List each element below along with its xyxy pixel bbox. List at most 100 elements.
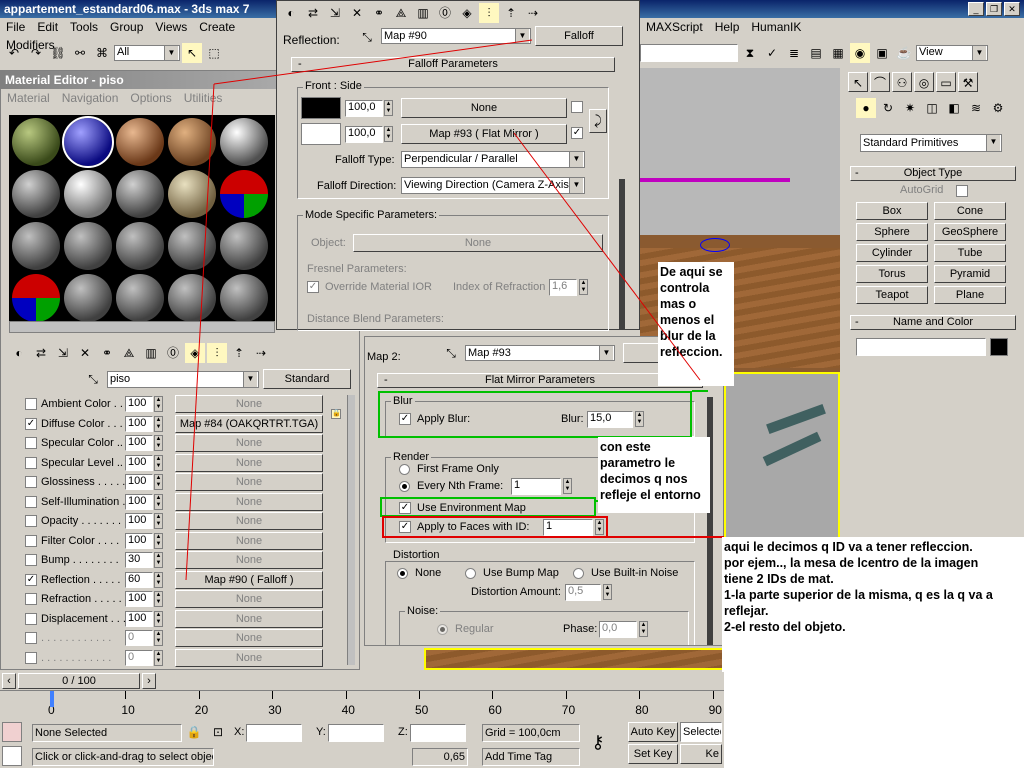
flat-mirror-params-rollout[interactable]: - Flat Mirror Parameters — [377, 373, 703, 388]
copy-material-icon[interactable]: ⚭ — [97, 343, 117, 363]
use-noise-radio[interactable] — [573, 568, 584, 579]
menu-options[interactable]: Options — [124, 89, 177, 107]
material-id-icon-2[interactable]: ⓪ — [435, 3, 455, 23]
material-editor-icon[interactable]: ◉ — [850, 43, 870, 63]
falloff-type-button[interactable]: Falloff — [535, 26, 623, 46]
display-tab-icon[interactable]: ▭ — [936, 72, 956, 92]
sample-slot-9[interactable] — [168, 170, 216, 218]
map-amount-spinner[interactable]: ▲ ▼ — [154, 435, 163, 451]
assign-material-icon-2[interactable]: ⇲ — [325, 3, 345, 23]
map-amount-field[interactable]: 100 — [125, 532, 153, 549]
menu-humanik[interactable]: HumanIK — [745, 18, 807, 36]
map-enable-checkbox[interactable]: ✓ — [25, 417, 37, 430]
sample-slot-2[interactable] — [62, 116, 114, 168]
map-slot-button[interactable]: None — [175, 648, 323, 667]
layer-icon[interactable]: ≣ — [784, 43, 804, 63]
map-amount-field[interactable]: 0 — [125, 630, 153, 646]
redo-icon[interactable]: ↷ — [26, 43, 46, 63]
select-region-icon[interactable]: ⬚ — [204, 43, 224, 63]
maxscript-listener-icon[interactable] — [2, 722, 22, 742]
map-slot-button[interactable]: Map #84 (OAKQRTRT.TGA) — [175, 414, 323, 433]
map-amount-field[interactable]: 60 — [125, 571, 153, 588]
assign-material-icon[interactable]: ⇲ — [53, 343, 73, 363]
use-bump-radio[interactable] — [465, 568, 476, 579]
align-icon[interactable]: ✓ — [762, 43, 782, 63]
distortion-amount-spinner[interactable]: ▲ ▼ — [603, 584, 612, 600]
absolute-mode-icon[interactable]: ⊡ — [208, 722, 228, 742]
map-slot-button[interactable]: None — [175, 590, 323, 608]
map-amount-spinner[interactable]: ▲ ▼ — [154, 552, 163, 568]
map-enable-checkbox[interactable] — [25, 632, 37, 644]
map-amount-field[interactable]: 100 — [125, 513, 153, 529]
map-slot-button[interactable]: None — [175, 551, 323, 569]
object-pick-button[interactable]: None — [353, 234, 603, 252]
regular-radio[interactable] — [437, 624, 448, 635]
map-enable-checkbox[interactable] — [25, 495, 37, 508]
put-to-library-icon-2[interactable]: ▥ — [413, 3, 433, 23]
menu-navigation[interactable]: Navigation — [56, 89, 125, 107]
map-amount-field[interactable]: 100 — [125, 396, 153, 412]
side-amount-spinner[interactable]: ▲ ▼ — [384, 126, 393, 142]
side-map-slot[interactable]: Map #93 ( Flat Mirror ) — [401, 124, 567, 144]
box-button[interactable]: Box — [856, 202, 928, 220]
map-amount-spinner[interactable]: ▲ ▼ — [154, 571, 163, 588]
map-slot-button[interactable]: None — [175, 629, 323, 647]
z-coord-field[interactable] — [410, 724, 466, 742]
minimize-button[interactable]: _ — [968, 2, 984, 16]
map-slot-button[interactable]: None — [175, 395, 323, 413]
cone-button[interactable]: Cone — [934, 202, 1006, 220]
sample-slot-15[interactable] — [220, 222, 268, 270]
restore-button[interactable]: ❐ — [986, 2, 1002, 16]
map-slot-button[interactable]: None — [175, 492, 323, 511]
go-to-parent-icon[interactable]: ⇡ — [229, 343, 249, 363]
object-name-field[interactable] — [856, 338, 986, 356]
pyramid-button[interactable]: Pyramid — [934, 265, 1006, 283]
front-map-checkbox[interactable] — [571, 101, 583, 113]
autogrid-checkbox[interactable] — [956, 185, 968, 197]
select-arrow-icon[interactable]: ↖ — [182, 43, 202, 63]
utilities-tab-icon[interactable]: ⚒ — [958, 72, 978, 92]
set-key-button[interactable]: Set Key — [628, 744, 678, 764]
top-viewport[interactable] — [724, 372, 840, 540]
torus-button[interactable]: Torus — [856, 265, 928, 283]
helpers-icon[interactable]: ◧ — [944, 98, 964, 118]
distortion-amount-field[interactable]: 0,5 — [565, 584, 601, 601]
sample-slot-14[interactable] — [168, 222, 216, 270]
map-amount-spinner[interactable]: ▲ ▼ — [154, 396, 163, 412]
cylinder-button[interactable]: Cylinder — [856, 244, 928, 262]
first-frame-radio[interactable] — [399, 464, 410, 475]
pick-map2-icon[interactable]: ⤡ — [441, 343, 461, 363]
map-enable-checkbox[interactable] — [25, 651, 37, 664]
schematic-icon[interactable]: ▦ — [828, 43, 848, 63]
sphere-button[interactable]: Sphere — [856, 223, 928, 241]
put-to-library-icon[interactable]: ▥ — [141, 343, 161, 363]
reset-map-icon[interactable]: ✕ — [75, 343, 95, 363]
get-material-icon-2[interactable]: ◐ — [281, 3, 301, 23]
object-type-rollout[interactable]: - Object Type — [850, 166, 1016, 181]
close-button[interactable]: ✕ — [1004, 2, 1020, 16]
map-amount-field[interactable]: 100 — [125, 493, 153, 510]
map-slot-button[interactable]: None — [175, 473, 323, 491]
reset-map-icon-2[interactable]: ✕ — [347, 3, 367, 23]
menu-group[interactable]: Group — [104, 18, 149, 36]
sample-slot-1[interactable] — [12, 118, 60, 166]
every-nth-radio[interactable] — [399, 481, 410, 492]
map-slot-button[interactable]: None — [175, 434, 323, 452]
lights-icon[interactable]: ✷ — [900, 98, 920, 118]
time-prev-button[interactable]: ‹ — [2, 673, 16, 689]
object-color-swatch[interactable] — [990, 338, 1008, 356]
reference-coord-dropdown[interactable]: View — [916, 45, 988, 61]
sample-slot-17[interactable] — [64, 274, 112, 321]
plane-button[interactable]: Plane — [934, 286, 1006, 304]
maxscript-mini-icon[interactable] — [2, 746, 22, 766]
teapot-button[interactable]: Teapot — [856, 286, 928, 304]
ior-spinner[interactable]: ▲ ▼ — [579, 279, 588, 295]
map-slot-button[interactable]: None — [175, 609, 323, 628]
sample-slot-8[interactable] — [116, 170, 164, 218]
unlink-icon[interactable]: ⚯ — [70, 43, 90, 63]
front-color-swatch[interactable] — [301, 97, 341, 119]
side-map-checkbox[interactable]: ✓ — [571, 127, 583, 139]
map-amount-field[interactable]: 100 — [125, 610, 153, 627]
undo-icon[interactable]: ↶ — [4, 43, 24, 63]
map-amount-spinner[interactable]: ▲ ▼ — [154, 474, 163, 490]
